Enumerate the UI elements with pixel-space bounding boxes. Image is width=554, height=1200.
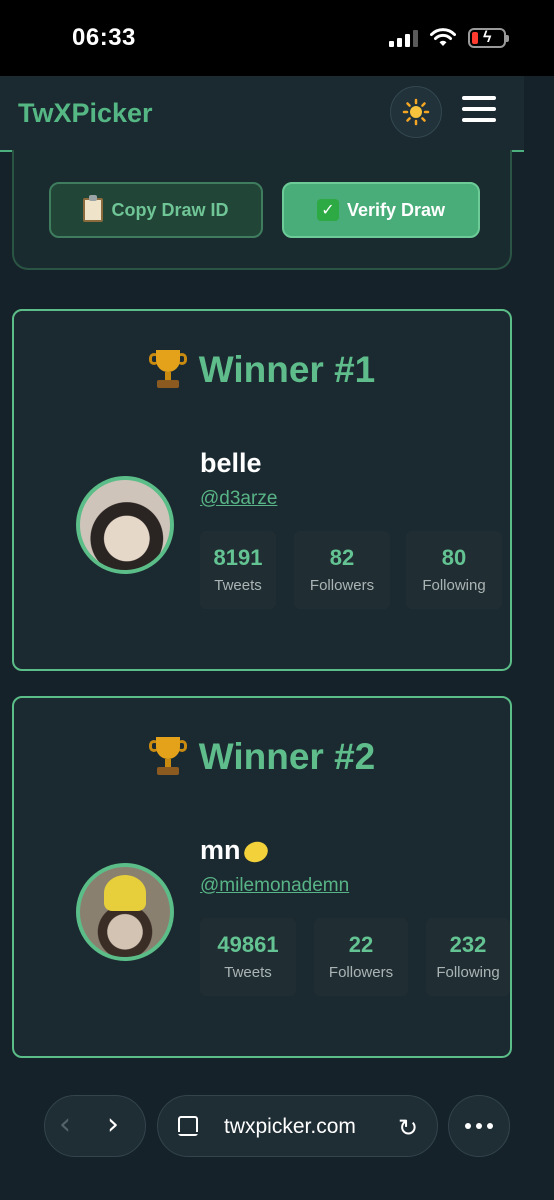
copy-draw-id-label: Copy Draw ID [111,199,229,220]
stat-value: 82 [329,545,355,570]
winner-name: belle [200,448,262,478]
stat-label: Followers [309,577,375,594]
clipboard-icon [83,195,104,222]
avatar[interactable] [76,476,174,574]
verify-draw-label: Verify Draw [346,199,446,220]
stat-following: 232 Following [426,918,510,996]
stat-followers: 82 Followers [294,531,390,609]
stat-label: Followers [328,964,394,981]
status-time: 06:33 [72,24,136,51]
stat-label: Following [422,577,486,594]
avatar[interactable] [76,863,174,961]
stat-value: 80 [441,545,467,570]
status-bar: 06:33 ϟ [0,0,554,76]
winner-title: Winner #2 [14,736,510,778]
app-header: TwXPicker [0,76,524,152]
stat-tweets: 49861 Tweets [200,918,296,996]
checkmark-icon: ✓ [316,199,339,221]
stat-following: 80 Following [406,531,502,609]
back-icon[interactable]: ‹ [59,1110,71,1140]
winner-handle-link[interactable]: @milemonademn [200,875,349,897]
stat-label: Following [436,964,500,981]
stat-value: 49861 [217,932,279,957]
stat-value: 8191 [213,545,263,570]
winner-name-wrap: mn [200,835,271,866]
stat-label: Tweets [214,577,262,594]
winner-name: mn [200,835,241,865]
nav-buttons: ‹ › [44,1095,146,1157]
winner-card: Winner #1 belle @d3arze 8191 Tweets 82 F… [12,309,512,671]
battery-icon: ϟ [468,28,509,48]
winner-handle-link[interactable]: @d3arze [200,488,277,510]
forward-icon[interactable]: › [107,1110,119,1140]
winner-title: Winner #1 [14,349,510,391]
stat-value: 22 [348,932,374,957]
status-icons: ϟ [389,26,509,50]
copy-draw-id-button[interactable]: Copy Draw ID [49,182,263,238]
wifi-icon [430,28,456,46]
trophy-icon [148,737,187,777]
tabs-icon[interactable] [178,1116,198,1136]
browser-toolbar: ‹ › twxpicker.com ↻ [0,1074,554,1200]
stat-label: Tweets [224,964,272,981]
reload-icon[interactable]: ↻ [398,1114,418,1142]
theme-toggle-button[interactable] [390,86,442,138]
menu-icon[interactable] [462,96,496,126]
draw-actions-card: Copy Draw ID ✓ Verify Draw [12,150,512,270]
winner-title-text: Winner #1 [198,349,376,390]
winner-title-text: Winner #2 [198,736,376,777]
lemon-icon [240,838,271,866]
url-text[interactable]: twxpicker.com [224,1115,356,1139]
address-bar[interactable]: twxpicker.com ↻ [157,1095,438,1157]
sun-icon [402,98,430,126]
brand-logo[interactable]: TwXPicker [18,98,153,129]
trophy-icon [148,350,187,390]
stat-followers: 22 Followers [314,918,408,996]
winner-card: Winner #2 mn @milemonademn 49861 Tweets … [12,696,512,1058]
stat-value: 232 [449,932,487,957]
verify-draw-button[interactable]: ✓ Verify Draw [282,182,480,238]
stat-tweets: 8191 Tweets [200,531,276,609]
signal-icon [389,29,418,47]
more-icon[interactable] [448,1095,510,1157]
